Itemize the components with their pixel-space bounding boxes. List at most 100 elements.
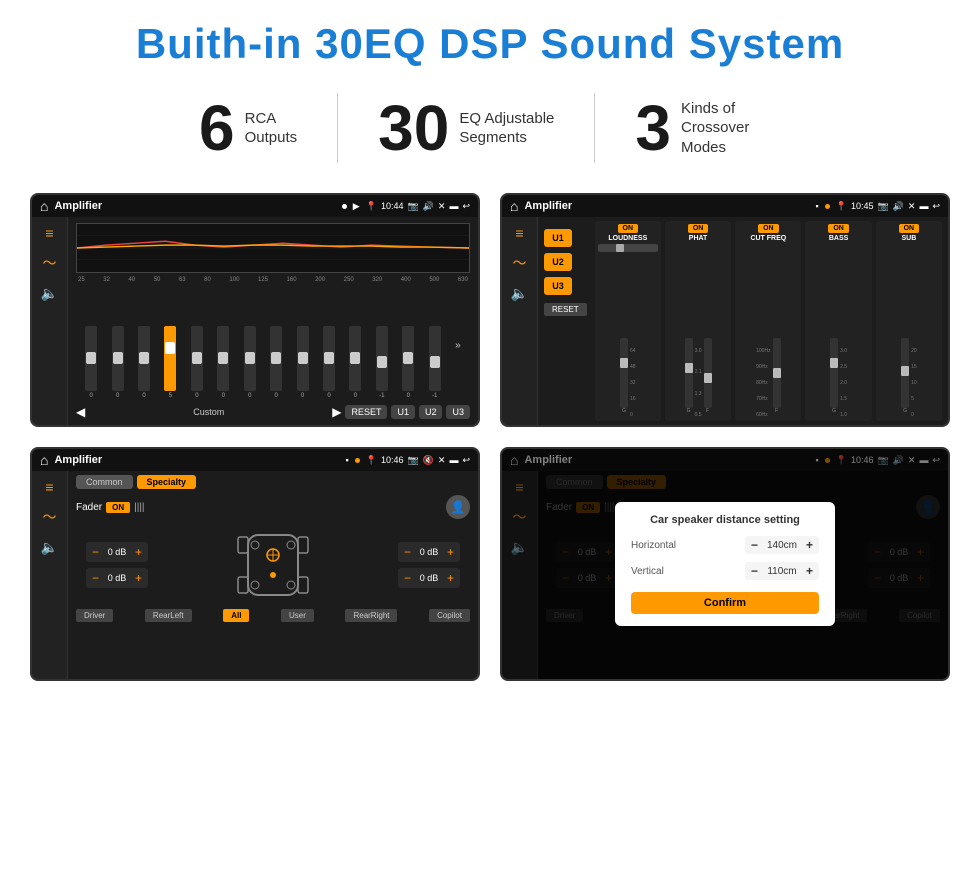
eq-icon-fader[interactable]: ≡: [45, 479, 53, 495]
tab-common[interactable]: Common: [76, 475, 133, 489]
dialog-title: Car speaker distance setting: [631, 514, 819, 526]
home-icon-eq[interactable]: ⌂: [40, 198, 48, 214]
prev-preset-btn[interactable]: ◀: [76, 405, 85, 419]
vol-row-left-top: − 0 dB +: [86, 542, 148, 562]
eq-icon[interactable]: ≡: [45, 225, 53, 241]
loudness-slider-h[interactable]: [598, 244, 658, 252]
eq-slider-11: 0: [349, 326, 361, 401]
vol-plus-left-bottom[interactable]: +: [135, 571, 142, 585]
fader-on-toggle[interactable]: ON: [106, 502, 130, 513]
home-icon-fader[interactable]: ⌂: [40, 452, 48, 468]
next-preset-btn[interactable]: ▶: [332, 405, 341, 419]
eq-slider-10: 0: [323, 326, 335, 401]
loudness-title: LOUDNESS: [608, 235, 647, 242]
device-screen-eq: ⌂ Amplifier ▶ 📍 10:44 📷 🔊 ✕ ▬ ↩: [32, 195, 478, 425]
dialog-vertical-row: Vertical − 110cm +: [631, 562, 819, 580]
loudness-on-btn[interactable]: ON: [618, 224, 639, 233]
screen-content-eq: ≡ 〜 🔈: [32, 217, 478, 425]
u1-preset-btn[interactable]: U1: [544, 229, 572, 247]
speaker-icon-fader[interactable]: 🔈: [41, 539, 58, 556]
status-bar-eq: ⌂ Amplifier ▶ 📍 10:44 📷 🔊 ✕ ▬ ↩: [32, 195, 478, 217]
eq-graph: [76, 223, 470, 273]
screens-grid: ⌂ Amplifier ▶ 📍 10:44 📷 🔊 ✕ ▬ ↩: [30, 193, 950, 681]
wave-icon-crossover[interactable]: 〜: [513, 253, 527, 273]
eq-slider-9: 0: [297, 326, 309, 401]
eq-controls-bar: ◀ Custom ▶ RESET U1 U2 U3: [76, 401, 470, 419]
u1-btn[interactable]: U1: [391, 405, 415, 419]
dialog-horizontal-row: Horizontal − 140cm +: [631, 536, 819, 554]
sub-title: SUB: [901, 235, 916, 242]
back-icon-eq[interactable]: ↩: [462, 201, 470, 212]
home-icon-crossover[interactable]: ⌂: [510, 198, 518, 214]
driver-btn[interactable]: Driver: [76, 609, 113, 622]
fader-header: Fader ON |||| 👤: [76, 495, 470, 519]
vol-plus-left-top[interactable]: +: [135, 545, 142, 559]
status-bar-fader: ⌂ Amplifier ▪ 📍 10:46 📷 🔇 ✕ ▬ ↩: [32, 449, 478, 471]
left-sidebar-crossover: ≡ 〜 🔈: [502, 217, 538, 425]
u3-btn[interactable]: U3: [446, 405, 470, 419]
vol-minus-left-bottom[interactable]: −: [92, 571, 99, 585]
eq-sliders: 0 0 0 5: [76, 289, 470, 401]
all-btn[interactable]: All: [223, 609, 249, 622]
vertical-minus[interactable]: −: [751, 564, 758, 578]
eq-freq-labels: 25 32 40 50 63 80 100 125 160 200 250 32…: [76, 277, 470, 283]
vol-plus-right-top[interactable]: +: [447, 545, 454, 559]
status-bar-crossover: ⌂ Amplifier ▪ 📍 10:45 📷 🔊 ✕ ▬ ↩: [502, 195, 948, 217]
rect-icon-crossover: ▬: [919, 201, 928, 211]
crossover-channels: ON LOUDNESS G: [595, 221, 942, 421]
horizontal-plus[interactable]: +: [806, 538, 813, 552]
back-icon-crossover[interactable]: ↩: [932, 201, 940, 212]
horizontal-minus[interactable]: −: [751, 538, 758, 552]
stats-row: 6 RCAOutputs 30 EQ AdjustableSegments 3 …: [30, 93, 950, 163]
rear-right-btn[interactable]: RearRight: [345, 609, 397, 622]
bass-title: BASS: [829, 235, 848, 242]
user-btn[interactable]: User: [281, 609, 314, 622]
confirm-button[interactable]: Confirm: [631, 592, 819, 614]
wave-icon-fader[interactable]: 〜: [43, 507, 57, 527]
speaker-icon-crossover[interactable]: 🔈: [511, 285, 528, 302]
phat-title: PHAT: [689, 235, 708, 242]
vol-icon-eq: 🔊: [423, 201, 434, 212]
stat-crossover-label: Kinds ofCrossover Modes: [681, 99, 781, 158]
vol-minus-left-top[interactable]: −: [92, 545, 99, 559]
vol-minus-right-bottom[interactable]: −: [404, 571, 411, 585]
vertical-label: Vertical: [631, 566, 691, 577]
u3-preset-btn[interactable]: U3: [544, 277, 572, 295]
cam-icon-crossover: 📷: [877, 201, 888, 212]
bass-on-btn[interactable]: ON: [828, 224, 849, 233]
main-title: Buith-in 30EQ DSP Sound System: [30, 20, 950, 68]
more-icon[interactable]: »: [455, 340, 461, 351]
square-icon-crossover: ▪: [816, 201, 819, 211]
sub-on-btn[interactable]: ON: [899, 224, 920, 233]
rect-icon-eq: ▬: [449, 201, 458, 211]
reset-btn[interactable]: RESET: [345, 405, 387, 419]
vol-plus-right-bottom[interactable]: +: [447, 571, 454, 585]
preset-label: Custom: [89, 407, 328, 417]
cutfreq-on-btn[interactable]: ON: [758, 224, 779, 233]
profile-icon-fader[interactable]: 👤: [446, 495, 470, 519]
phat-on-btn[interactable]: ON: [688, 224, 709, 233]
x-icon-fader: ✕: [438, 455, 446, 466]
vol-icon-fader: 🔇: [423, 455, 434, 466]
eq-main: 25 32 40 50 63 80 100 125 160 200 250 32…: [68, 217, 478, 425]
stat-eq-number: 30: [378, 96, 449, 160]
eq-slider-1: 0: [85, 326, 97, 401]
rear-left-btn[interactable]: RearLeft: [145, 609, 192, 622]
tab-specialty[interactable]: Specialty: [137, 475, 197, 489]
vertical-plus[interactable]: +: [806, 564, 813, 578]
location-icon-eq: 📍: [366, 201, 377, 212]
vertical-control: − 110cm +: [745, 562, 819, 580]
status-icons-fader: 📍 10:46 📷 🔇 ✕ ▬ ↩: [366, 455, 470, 466]
speaker-icon[interactable]: 🔈: [41, 285, 58, 302]
u2-preset-btn[interactable]: U2: [544, 253, 572, 271]
wave-icon[interactable]: 〜: [43, 253, 57, 273]
vol-minus-right-top[interactable]: −: [404, 545, 411, 559]
reset-crossover-btn[interactable]: RESET: [544, 303, 587, 316]
copilot-btn[interactable]: Copilot: [429, 609, 470, 622]
back-icon-fader[interactable]: ↩: [462, 455, 470, 466]
eq-icon-crossover[interactable]: ≡: [515, 225, 523, 241]
time-eq: 10:44: [381, 201, 404, 211]
horizontal-value: 140cm: [762, 540, 802, 551]
car-diagram-svg: [223, 525, 323, 605]
u2-btn[interactable]: U2: [419, 405, 443, 419]
